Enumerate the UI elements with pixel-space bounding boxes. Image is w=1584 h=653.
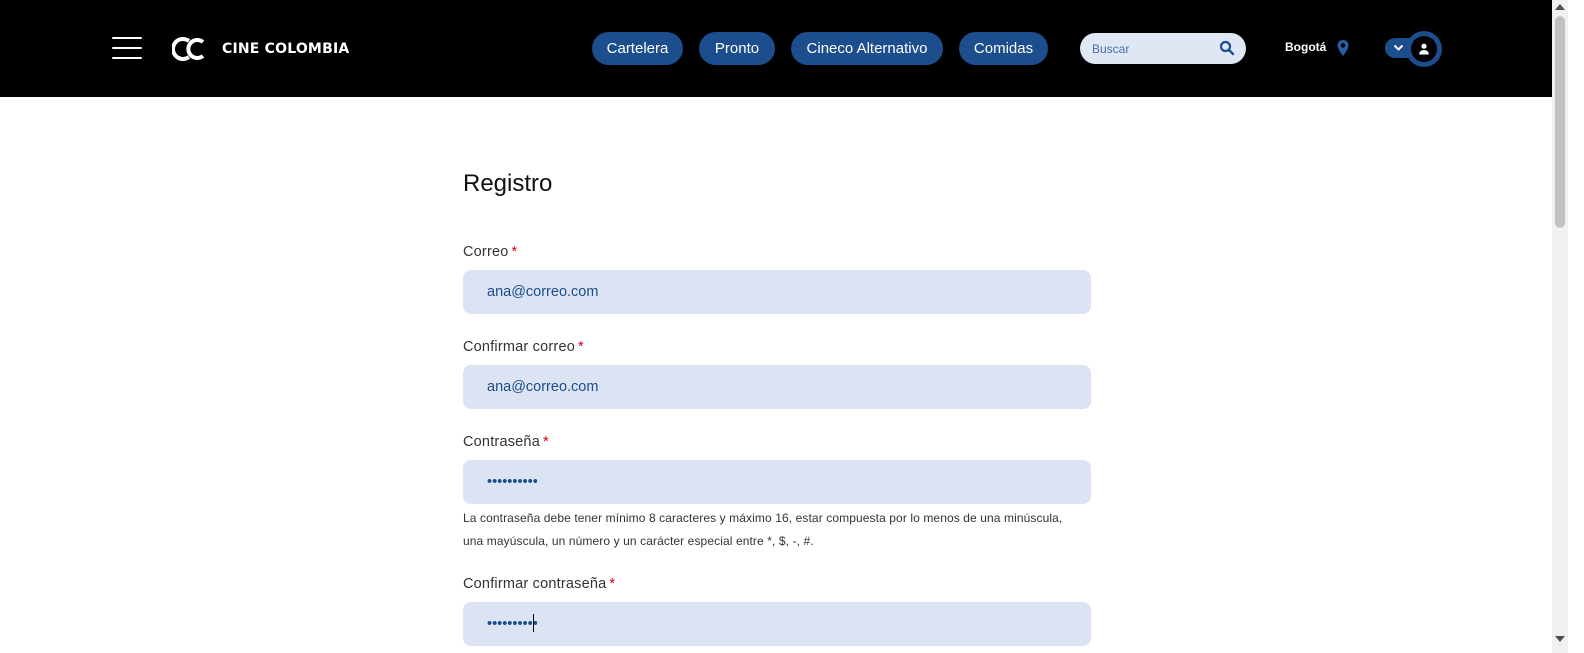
confirm-email-field[interactable] bbox=[487, 365, 1067, 409]
confirm-email-label: Confirmar correo * bbox=[463, 339, 584, 355]
confirm-password-field[interactable] bbox=[487, 602, 1067, 646]
scroll-up-arrow-icon[interactable] bbox=[1555, 4, 1565, 10]
page-title: Registro bbox=[463, 170, 553, 197]
brand-name: CINE COLOMBIA bbox=[222, 41, 350, 57]
password-label: Contraseña * bbox=[463, 434, 549, 450]
email-field-box bbox=[463, 270, 1091, 314]
cine-colombia-logo[interactable]: CINE COLOMBIA bbox=[172, 34, 349, 64]
hamburger-line bbox=[112, 47, 142, 49]
city-selector[interactable]: Bogotá bbox=[1285, 40, 1326, 54]
scroll-down-arrow-icon[interactable] bbox=[1555, 636, 1565, 642]
confirm-email-field-box bbox=[463, 365, 1091, 409]
password-hint-line-1: La contraseña debe tener mínimo 8 caract… bbox=[463, 511, 1063, 525]
nav-comidas-button[interactable]: Comidas bbox=[959, 32, 1048, 65]
cine-colombia-logo-mark-icon bbox=[172, 37, 205, 61]
required-asterisk: * bbox=[511, 244, 518, 260]
required-asterisk: * bbox=[542, 434, 549, 450]
email-label-text: Correo bbox=[463, 244, 509, 260]
hamburger-line bbox=[112, 37, 142, 39]
password-hint-line-2: una mayúscula, un número y un carácter e… bbox=[463, 534, 814, 548]
user-icon bbox=[1419, 43, 1429, 55]
email-label: Correo * bbox=[463, 244, 517, 260]
email-field[interactable] bbox=[487, 270, 1067, 314]
confirm-password-field-box bbox=[463, 602, 1091, 646]
required-asterisk: * bbox=[609, 576, 616, 592]
hamburger-line bbox=[112, 57, 142, 59]
password-requirements-hint: La contraseña debe tener mínimo 8 caract… bbox=[463, 507, 1103, 553]
password-field-box bbox=[463, 460, 1091, 504]
hamburger-menu-icon[interactable] bbox=[112, 37, 142, 59]
scrollbar-thumb[interactable] bbox=[1555, 16, 1565, 228]
required-asterisk: * bbox=[577, 339, 584, 355]
location-pin-icon[interactable] bbox=[1336, 39, 1350, 57]
confirm-email-label-text: Confirmar correo bbox=[463, 339, 575, 355]
confirm-password-label: Confirmar contraseña * bbox=[463, 576, 615, 592]
search-input[interactable] bbox=[1092, 33, 1212, 64]
search-icon[interactable] bbox=[1219, 40, 1235, 56]
confirm-password-label-text: Confirmar contraseña bbox=[463, 576, 607, 592]
nav-cartelera-button[interactable]: Cartelera bbox=[592, 32, 683, 65]
password-label-text: Contraseña bbox=[463, 434, 540, 450]
text-cursor bbox=[533, 614, 534, 632]
chevron-down-icon[interactable] bbox=[1393, 43, 1404, 52]
password-field[interactable] bbox=[487, 460, 1067, 504]
nav-pronto-button[interactable]: Pronto bbox=[699, 32, 775, 65]
nav-cineco-alternativo-button[interactable]: Cineco Alternativo bbox=[791, 32, 943, 65]
